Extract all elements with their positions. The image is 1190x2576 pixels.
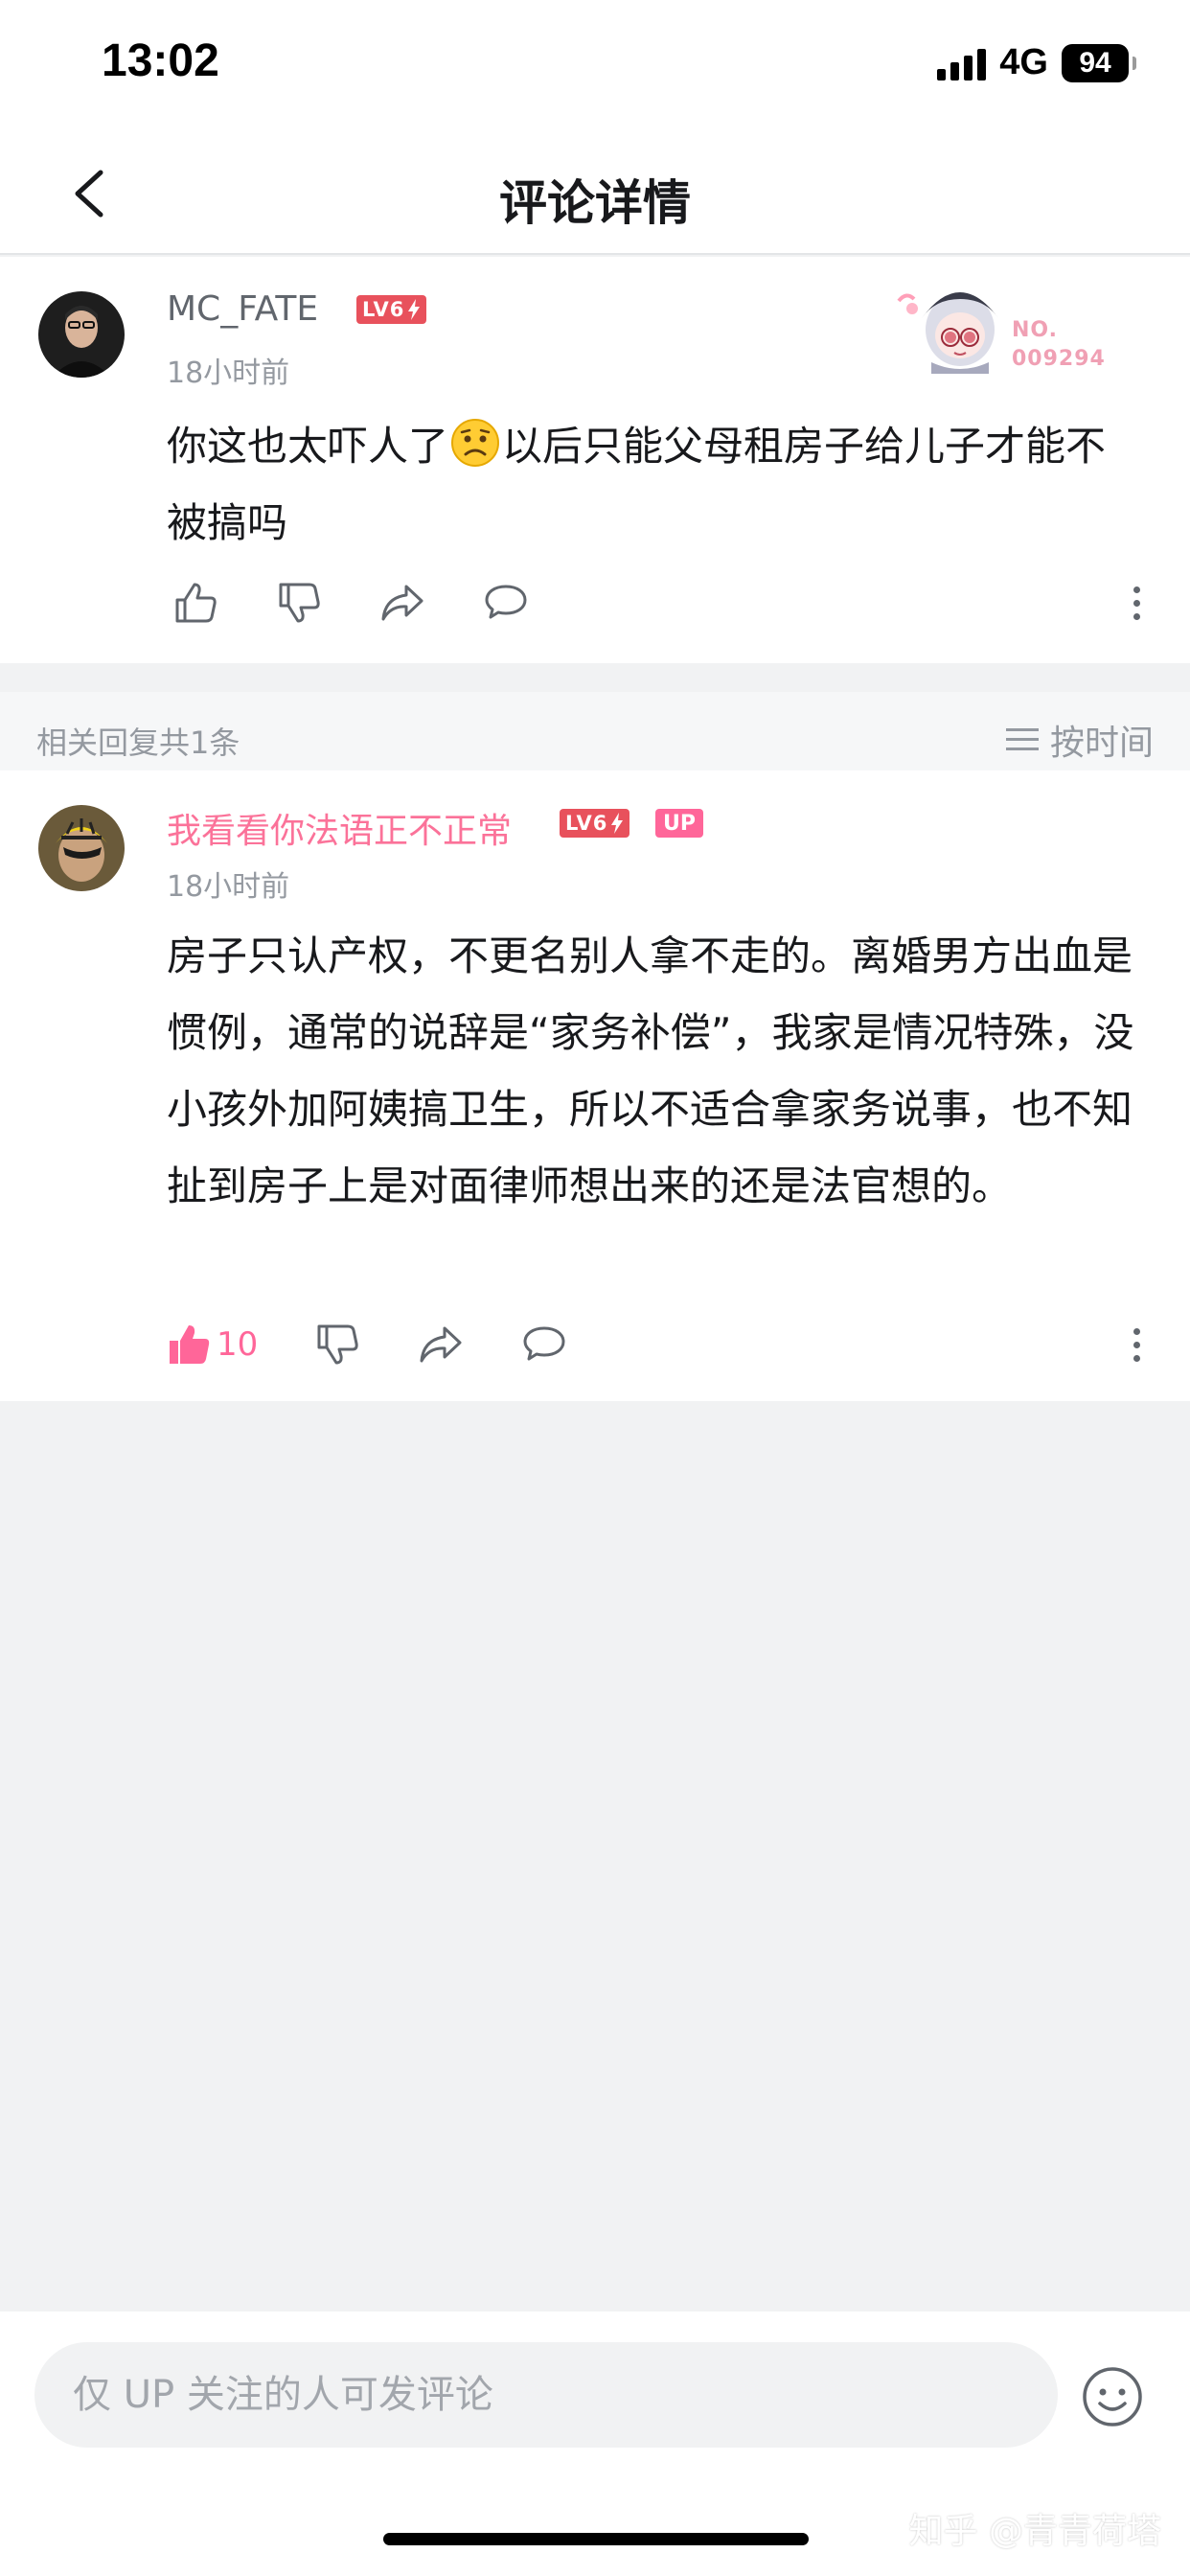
up-badge: UP (655, 809, 703, 838)
speech-bubble-icon (523, 1326, 565, 1361)
thumbs-down-icon (279, 583, 320, 623)
share-button[interactable] (412, 1322, 469, 1367)
sort-label: 按时间 (1049, 724, 1154, 763)
watermark: 知乎 @青青荷塔 (908, 2512, 1161, 2551)
list-icon (1005, 728, 1039, 750)
reply-username[interactable]: 我看看你法语正不正常 (167, 803, 512, 853)
comment-input[interactable] (34, 2342, 1058, 2448)
speech-bubble-icon (485, 585, 527, 619)
comment-actions (167, 581, 535, 625)
home-indicator (383, 2533, 809, 2545)
emoji-button[interactable] (1081, 2365, 1144, 2428)
worried-face-icon (451, 419, 500, 467)
level-badge: LV6 (560, 809, 630, 838)
level-text: LV6 (565, 812, 608, 835)
status-indicators: 4G 94 (937, 42, 1136, 83)
network-type: 4G (999, 42, 1048, 82)
battery-icon: 94 (1062, 43, 1136, 82)
reply-time: 18小时前 (167, 870, 290, 904)
status-time: 13:02 (102, 35, 219, 86)
reply-count: 相关回复共1条 (36, 724, 240, 761)
fan-badge: NO. 009294 (893, 270, 1123, 383)
more-options-button[interactable] (1133, 586, 1140, 620)
like-button[interactable] (167, 581, 224, 625)
like-button[interactable]: 10 (167, 1322, 263, 1367)
comment-text-part1: 你这也太吓人了 (167, 423, 449, 470)
comment-username[interactable]: MC_FATE (167, 289, 318, 329)
fan-badge-label: NO. (1012, 318, 1058, 342)
share-icon (420, 1326, 462, 1363)
avatar-image (38, 291, 125, 378)
dislike-button[interactable] (270, 581, 328, 625)
share-button[interactable] (374, 581, 431, 625)
fan-badge-number: 009294 (1012, 347, 1106, 371)
share-icon (381, 585, 423, 621)
avatar[interactable] (38, 291, 125, 378)
reply-button[interactable] (477, 581, 535, 625)
comment-text: 你这也太吓人了 以后只能父母租房子给儿子才能不被搞吗 (167, 408, 1134, 562)
more-options-button[interactable] (1133, 1328, 1140, 1362)
avatar-image (38, 805, 125, 891)
status-bar: 13:02 4G 94 (0, 0, 1190, 134)
signal-icon (937, 46, 987, 80)
level-badge: LV6 (356, 295, 427, 324)
dislike-button[interactable] (309, 1322, 366, 1367)
comment-time: 18小时前 (167, 356, 290, 390)
anime-character-icon (897, 292, 998, 374)
reply-item: 我看看你法语正不正常 LV6 UP 18小时前 房子只认产权，不更名别人拿不走的… (0, 770, 1190, 1401)
main-comment: MC_FATE LV6 18小时前 NO. 009294 你这也太吓人了 以后只能… (0, 257, 1190, 663)
battery-level: 94 (1079, 46, 1111, 79)
smiley-icon (1083, 2367, 1142, 2426)
thumbs-down-icon (317, 1324, 358, 1365)
thumbs-up-filled-icon (170, 1325, 210, 1364)
page-title: 评论详情 (499, 175, 691, 231)
lightning-icon (408, 299, 421, 320)
reply-text: 房子只认产权，不更名别人拿不走的。离婚男方出血是惯例，通常的说辞是“家务补偿”，… (167, 932, 1134, 1209)
level-text: LV6 (362, 298, 405, 321)
like-count: 10 (217, 1325, 259, 1364)
nav-bar: 评论详情 (0, 134, 1190, 255)
reply-actions: 10 (167, 1322, 573, 1367)
lightning-icon (611, 813, 624, 834)
sort-button[interactable]: 按时间 (1005, 715, 1154, 765)
reply-button[interactable] (515, 1322, 573, 1367)
thumbs-up-icon (175, 583, 217, 623)
reply-avatar[interactable] (38, 805, 125, 891)
reply-header: 相关回复共1条 按时间 (0, 692, 1190, 770)
